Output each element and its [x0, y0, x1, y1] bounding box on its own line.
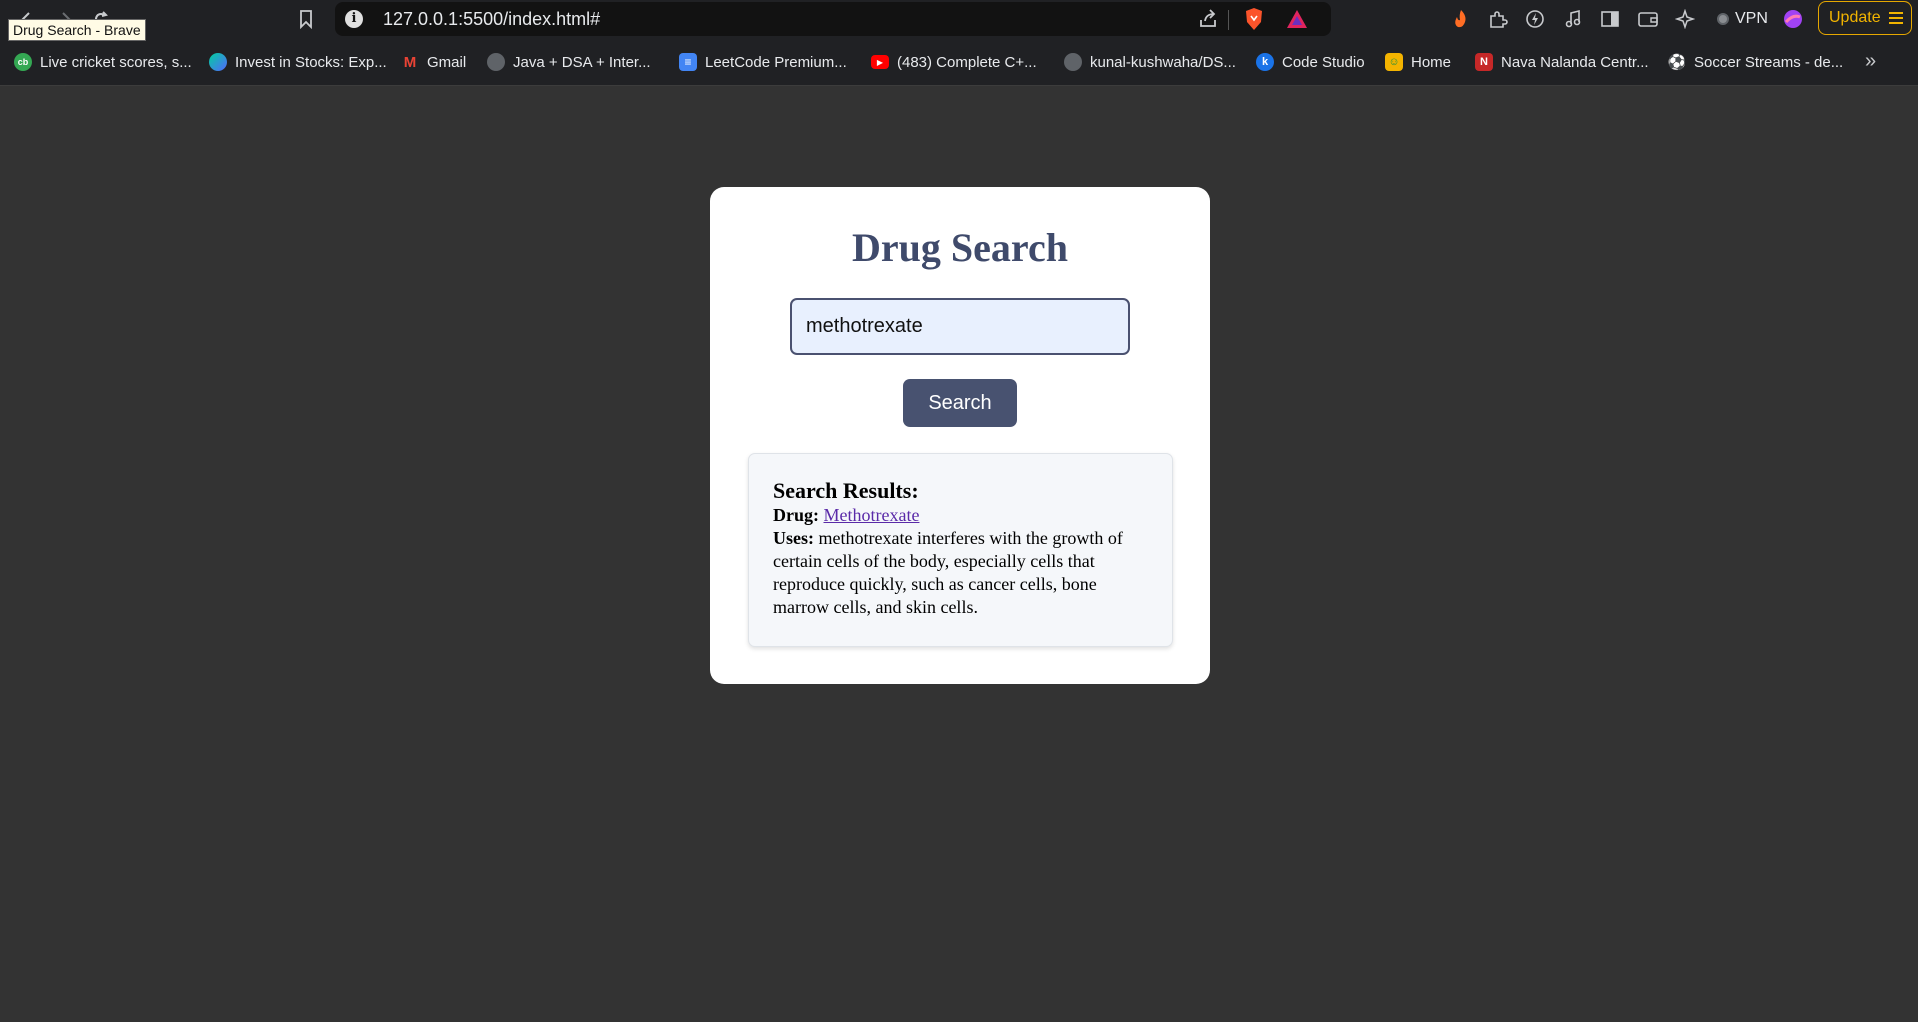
gmail-icon: M [403, 53, 417, 71]
vpn-label: VPN [1735, 10, 1768, 27]
update-label: Update [1829, 9, 1881, 26]
bookmark-item[interactable]: ▶ (483) Complete C+... [871, 51, 1037, 73]
extension-flame-icon[interactable] [1448, 6, 1474, 32]
address-bar[interactable]: i 127.0.0.1:5500/index.html# [335, 2, 1331, 36]
results-heading: Search Results: [773, 478, 919, 503]
bookmark-item[interactable]: cb Live cricket scores, s... [14, 51, 192, 73]
bookmark-item[interactable]: ≡ LeetCode Premium... [679, 51, 847, 73]
bookmark-icon[interactable] [293, 6, 319, 32]
share-icon[interactable] [1197, 8, 1219, 35]
menu-icon [1888, 12, 1903, 24]
profile-avatar-icon[interactable] [1780, 6, 1806, 32]
brave-rewards-icon[interactable] [1285, 8, 1309, 35]
bookmark-label: Invest in Stocks: Exp... [235, 53, 387, 71]
url-text[interactable]: 127.0.0.1:5500/index.html# [383, 9, 600, 30]
cricbuzz-icon: cb [14, 53, 32, 71]
search-results: Search Results: Drug: Methotrexate Uses:… [748, 453, 1173, 647]
omnibox-divider [1228, 10, 1229, 30]
bookmark-label: Gmail [427, 53, 467, 71]
speedreader-icon[interactable] [1522, 6, 1548, 32]
tab-tooltip: Drug Search - Brave [8, 19, 146, 41]
page-title: Drug Search [852, 225, 1068, 270]
leo-ai-icon[interactable] [1672, 6, 1698, 32]
bookmark-label: (483) Complete C+... [897, 53, 1037, 71]
bookmark-item[interactable]: k Code Studio [1256, 51, 1365, 73]
bookmark-label: Live cricket scores, s... [40, 53, 192, 71]
bookmark-item[interactable]: Invest in Stocks: Exp... [209, 51, 387, 73]
browser-toolbar: Drug Search - Brave i 127.0.0.1:5500/ind… [0, 0, 1918, 41]
extensions-puzzle-icon[interactable] [1485, 6, 1511, 32]
bookmark-item[interactable]: M Gmail [401, 51, 466, 73]
docs-icon: ≡ [679, 53, 697, 71]
globe-icon [487, 53, 505, 71]
search-input[interactable] [790, 298, 1130, 355]
vpn-button[interactable]: VPN [1711, 6, 1774, 32]
codestudio-icon: k [1256, 53, 1274, 71]
drug-row: Drug: Methotrexate [773, 504, 1148, 527]
bookmark-label: LeetCode Premium... [705, 53, 847, 71]
youtube-icon: ▶ [871, 55, 889, 69]
bookmark-label: kunal-kushwaha/DS... [1090, 53, 1236, 71]
bookmark-label: Nava Nalanda Centr... [1501, 53, 1649, 71]
bookmark-label: Home [1411, 53, 1452, 71]
bookmark-item[interactable]: kunal-kushwaha/DS... [1064, 51, 1236, 73]
wallet-icon[interactable] [1635, 6, 1661, 32]
classroom-icon: ☺ [1385, 53, 1403, 71]
drug-label: Drug: [773, 505, 824, 525]
site-info-icon[interactable]: i [345, 10, 363, 28]
brave-shields-icon[interactable] [1243, 7, 1265, 36]
bookmark-item[interactable]: Java + DSA + Inter... [487, 51, 651, 73]
drug-link[interactable]: Methotrexate [824, 505, 920, 525]
github-icon [1064, 53, 1082, 71]
groww-icon [209, 53, 227, 71]
bookmark-label: Soccer Streams - de... [1694, 53, 1844, 71]
uses-text: methotrexate interferes with the growth … [773, 528, 1123, 617]
bookmark-label: Java + DSA + Inter... [513, 53, 651, 71]
sidebar-icon[interactable] [1597, 6, 1623, 32]
bookmark-item[interactable]: ☺ Home [1385, 51, 1451, 73]
vpn-status-icon [1717, 13, 1729, 25]
uses-label: Uses: [773, 528, 819, 548]
bookmark-item[interactable]: N Nava Nalanda Centr... [1475, 51, 1649, 73]
bookmark-item[interactable]: ⚽ Soccer Streams - de... [1667, 51, 1844, 73]
soccer-icon: ⚽ [1667, 54, 1687, 71]
update-button[interactable]: Update [1818, 1, 1912, 35]
school-icon: N [1475, 53, 1493, 71]
uses-row: Uses: methotrexate interferes with the g… [773, 527, 1148, 619]
search-button[interactable]: Search [903, 379, 1017, 427]
more-bookmarks-icon[interactable]: » [1865, 50, 1876, 73]
search-card: Drug Search Search Search Results: Drug:… [710, 187, 1210, 684]
bookmarks-bar: cb Live cricket scores, s... Invest in S… [0, 38, 1918, 86]
bookmark-label: Code Studio [1282, 53, 1365, 71]
music-note-icon[interactable] [1560, 6, 1586, 32]
